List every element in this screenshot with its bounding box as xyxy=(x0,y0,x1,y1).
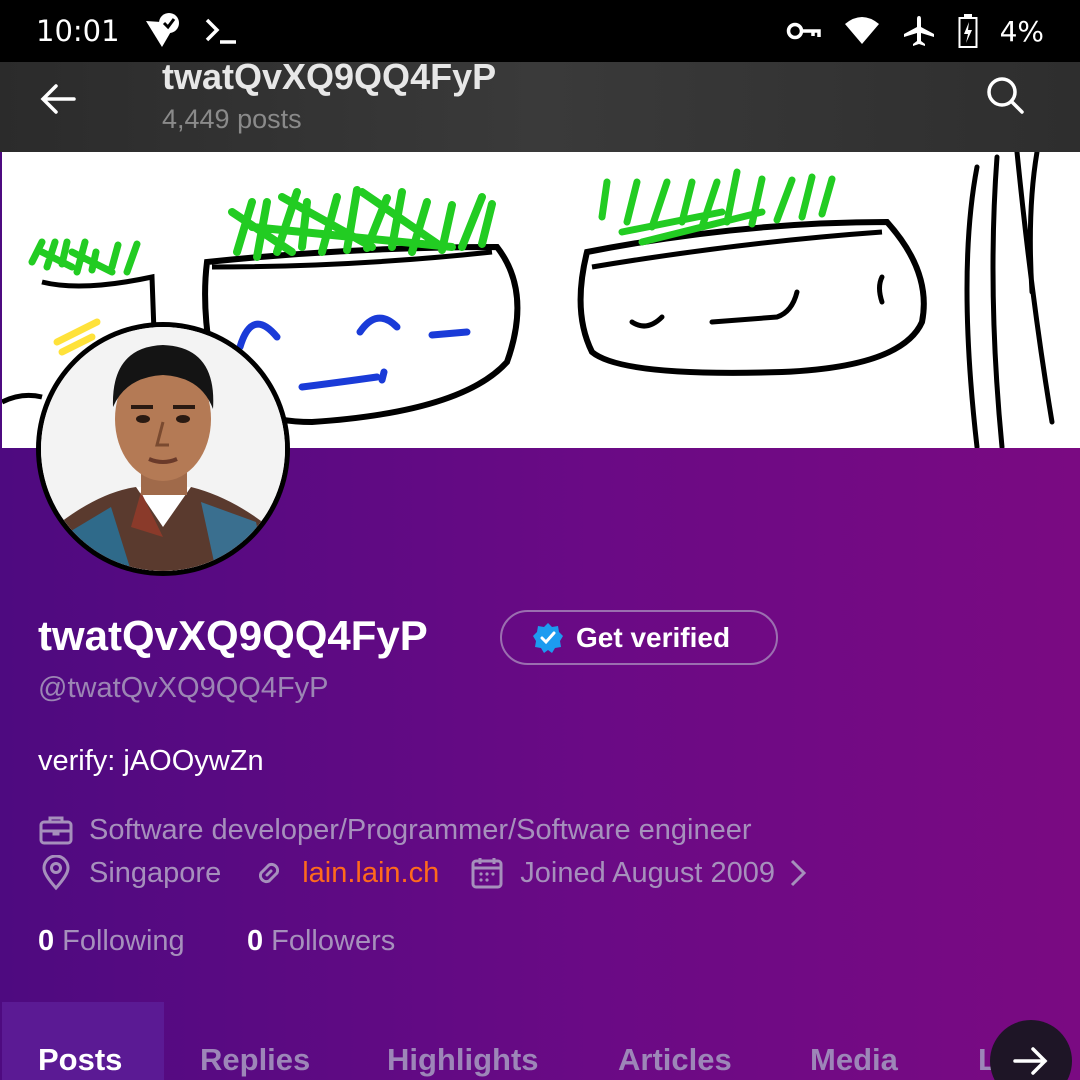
location-pin-icon xyxy=(42,855,70,891)
tab-posts[interactable]: Posts xyxy=(2,1002,164,1080)
tab-replies[interactable]: Replies xyxy=(200,1002,310,1080)
get-verified-button[interactable]: Get verified xyxy=(500,610,778,665)
website-link[interactable]: lain.lain.ch xyxy=(302,857,439,890)
verified-badge-icon xyxy=(533,622,563,653)
tab-media[interactable]: Media xyxy=(810,1002,898,1080)
clock: 10:01 xyxy=(36,14,120,48)
profession-row: Software developer/Programmer/Software e… xyxy=(38,812,752,848)
key-icon xyxy=(786,22,821,40)
following-count: 0 xyxy=(38,925,55,957)
bio: verify: jAOOywZn xyxy=(38,745,264,777)
followers-link[interactable]: 0 Followers xyxy=(247,925,395,958)
tab-highlights[interactable]: Highlights xyxy=(387,1002,539,1080)
followers-count: 0 xyxy=(247,925,264,957)
joined-date: Joined August 2009 xyxy=(520,856,776,889)
arrow-left-icon[interactable] xyxy=(36,76,82,122)
terminal-icon xyxy=(205,18,236,44)
location: Singapore xyxy=(89,856,222,889)
profession: Software developer/Programmer/Software e… xyxy=(89,813,752,846)
followers-label: Followers xyxy=(271,925,396,957)
profile-tabs: Posts Replies Highlights Articles Media … xyxy=(0,1002,1080,1080)
following-link[interactable]: 0 Following xyxy=(38,925,185,958)
battery-icon xyxy=(958,14,978,48)
wifi-icon xyxy=(844,17,879,44)
details-row: Singapore lain.lain.ch Joined August 200… xyxy=(38,855,811,891)
check-badge-icon xyxy=(145,13,179,47)
get-verified-label: Get verified xyxy=(576,621,731,653)
calendar-icon xyxy=(471,858,503,889)
post-count: 4,449 posts xyxy=(162,104,302,134)
avatar-photo xyxy=(41,327,285,571)
battery-percent: 4% xyxy=(999,14,1044,48)
airplane-icon xyxy=(903,16,934,46)
following-label: Following xyxy=(62,925,185,957)
briefcase-icon xyxy=(39,816,73,845)
arrow-right-icon xyxy=(1013,1047,1048,1075)
chevron-right-icon[interactable] xyxy=(785,857,811,889)
user-handle: @twatQvXQ9QQ4FyP xyxy=(38,672,329,704)
link-icon xyxy=(259,862,280,884)
display-name: twatQvXQ9QQ4FyP xyxy=(38,612,428,659)
profile-header-bar: twatQvXQ9QQ4FyP 4,449 posts xyxy=(0,56,1080,152)
avatar[interactable] xyxy=(36,322,290,576)
header-title: twatQvXQ9QQ4FyP xyxy=(162,56,497,97)
status-bar: 10:01 4% xyxy=(0,0,1080,62)
search-icon[interactable] xyxy=(982,72,1028,118)
tab-articles[interactable]: Articles xyxy=(618,1002,732,1080)
